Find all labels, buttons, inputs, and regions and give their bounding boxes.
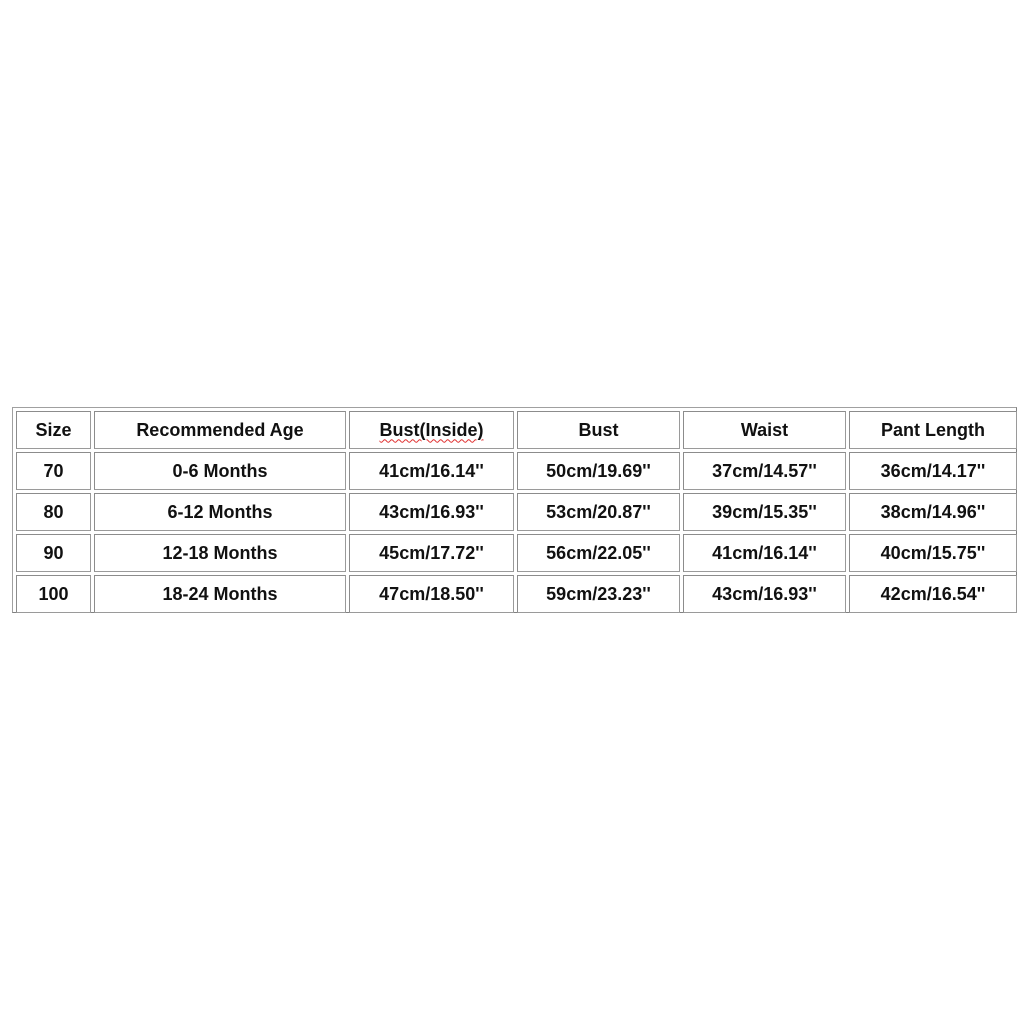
table-row: 80 6-12 Months 43cm/16.93'' 53cm/20.87''… [16,493,1017,531]
cell-waist: 39cm/15.35'' [683,493,846,531]
header-cell-size: Size [16,411,91,449]
header-row: Size Recommended Age Bust(Inside) Bust W… [16,411,1017,449]
header-cell-bust-inside-text: Bust(Inside) [379,419,484,440]
cell-pant-length: 40cm/15.75'' [849,534,1017,572]
cell-pant-length: 36cm/14.17'' [849,452,1017,490]
cell-pant-length: 38cm/14.96'' [849,493,1017,531]
header-cell-pant-length: Pant Length [849,411,1017,449]
cell-bust-inside: 43cm/16.93'' [349,493,514,531]
cell-size: 70 [16,452,91,490]
header-cell-recommended-age: Recommended Age [94,411,346,449]
size-chart-grid: Size Recommended Age Bust(Inside) Bust W… [13,408,1020,616]
cell-recommended-age: 18-24 Months [94,575,346,613]
cell-waist: 37cm/14.57'' [683,452,846,490]
table-row: 70 0-6 Months 41cm/16.14'' 50cm/19.69'' … [16,452,1017,490]
cell-bust-inside: 41cm/16.14'' [349,452,514,490]
cell-bust: 59cm/23.23'' [517,575,680,613]
header-cell-bust: Bust [517,411,680,449]
header-cell-waist: Waist [683,411,846,449]
cell-pant-length: 42cm/16.54'' [849,575,1017,613]
cell-bust-inside: 45cm/17.72'' [349,534,514,572]
cell-waist: 43cm/16.93'' [683,575,846,613]
cell-size: 90 [16,534,91,572]
cell-recommended-age: 0-6 Months [94,452,346,490]
cell-recommended-age: 6-12 Months [94,493,346,531]
table-row: 100 18-24 Months 47cm/18.50'' 59cm/23.23… [16,575,1017,613]
size-chart-table: Size Recommended Age Bust(Inside) Bust W… [12,407,1017,613]
cell-recommended-age: 12-18 Months [94,534,346,572]
cell-bust-inside: 47cm/18.50'' [349,575,514,613]
cell-size: 80 [16,493,91,531]
cell-bust: 50cm/19.69'' [517,452,680,490]
cell-bust: 56cm/22.05'' [517,534,680,572]
cell-bust: 53cm/20.87'' [517,493,680,531]
cell-size: 100 [16,575,91,613]
cell-waist: 41cm/16.14'' [683,534,846,572]
table-row: 90 12-18 Months 45cm/17.72'' 56cm/22.05'… [16,534,1017,572]
header-cell-bust-inside: Bust(Inside) [349,411,514,449]
